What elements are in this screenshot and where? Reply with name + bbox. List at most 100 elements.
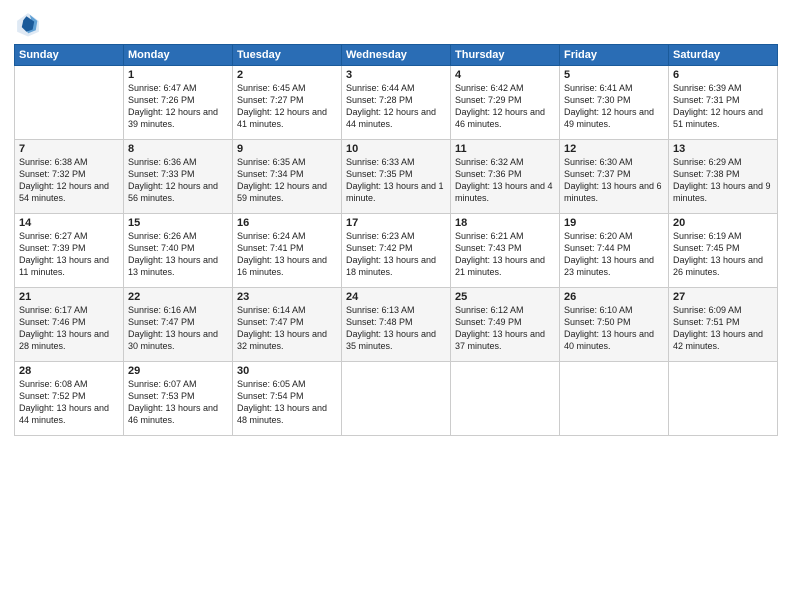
day-number: 21 bbox=[19, 291, 119, 303]
cell-info: Sunrise: 6:44 AMSunset: 7:28 PMDaylight:… bbox=[346, 82, 446, 131]
cell-info: Sunrise: 6:30 AMSunset: 7:37 PMDaylight:… bbox=[564, 156, 664, 205]
cell-info: Sunrise: 6:47 AMSunset: 7:26 PMDaylight:… bbox=[128, 82, 228, 131]
calendar-cell: 11Sunrise: 6:32 AMSunset: 7:36 PMDayligh… bbox=[451, 140, 560, 214]
calendar-cell: 2Sunrise: 6:45 AMSunset: 7:27 PMDaylight… bbox=[233, 66, 342, 140]
cell-info: Sunrise: 6:08 AMSunset: 7:52 PMDaylight:… bbox=[19, 378, 119, 427]
cell-info: Sunrise: 6:42 AMSunset: 7:29 PMDaylight:… bbox=[455, 82, 555, 131]
cell-info: Sunrise: 6:36 AMSunset: 7:33 PMDaylight:… bbox=[128, 156, 228, 205]
column-header-sunday: Sunday bbox=[15, 45, 124, 66]
calendar-cell bbox=[342, 362, 451, 436]
week-row-4: 21Sunrise: 6:17 AMSunset: 7:46 PMDayligh… bbox=[15, 288, 778, 362]
cell-info: Sunrise: 6:26 AMSunset: 7:40 PMDaylight:… bbox=[128, 230, 228, 279]
calendar-cell: 24Sunrise: 6:13 AMSunset: 7:48 PMDayligh… bbox=[342, 288, 451, 362]
cell-info: Sunrise: 6:12 AMSunset: 7:49 PMDaylight:… bbox=[455, 304, 555, 353]
calendar-cell: 15Sunrise: 6:26 AMSunset: 7:40 PMDayligh… bbox=[124, 214, 233, 288]
day-number: 1 bbox=[128, 69, 228, 81]
day-number: 6 bbox=[673, 69, 773, 81]
day-number: 5 bbox=[564, 69, 664, 81]
logo bbox=[14, 10, 46, 38]
week-row-2: 7Sunrise: 6:38 AMSunset: 7:32 PMDaylight… bbox=[15, 140, 778, 214]
cell-info: Sunrise: 6:45 AMSunset: 7:27 PMDaylight:… bbox=[237, 82, 337, 131]
calendar-cell: 6Sunrise: 6:39 AMSunset: 7:31 PMDaylight… bbox=[669, 66, 778, 140]
day-number: 18 bbox=[455, 217, 555, 229]
calendar-cell: 23Sunrise: 6:14 AMSunset: 7:47 PMDayligh… bbox=[233, 288, 342, 362]
day-number: 29 bbox=[128, 365, 228, 377]
calendar-cell: 25Sunrise: 6:12 AMSunset: 7:49 PMDayligh… bbox=[451, 288, 560, 362]
cell-info: Sunrise: 6:38 AMSunset: 7:32 PMDaylight:… bbox=[19, 156, 119, 205]
cell-info: Sunrise: 6:32 AMSunset: 7:36 PMDaylight:… bbox=[455, 156, 555, 205]
calendar-cell: 20Sunrise: 6:19 AMSunset: 7:45 PMDayligh… bbox=[669, 214, 778, 288]
day-number: 22 bbox=[128, 291, 228, 303]
day-number: 10 bbox=[346, 143, 446, 155]
day-number: 13 bbox=[673, 143, 773, 155]
day-number: 17 bbox=[346, 217, 446, 229]
cell-info: Sunrise: 6:29 AMSunset: 7:38 PMDaylight:… bbox=[673, 156, 773, 205]
day-number: 19 bbox=[564, 217, 664, 229]
day-number: 11 bbox=[455, 143, 555, 155]
day-number: 14 bbox=[19, 217, 119, 229]
column-header-thursday: Thursday bbox=[451, 45, 560, 66]
cell-info: Sunrise: 6:20 AMSunset: 7:44 PMDaylight:… bbox=[564, 230, 664, 279]
calendar-cell: 3Sunrise: 6:44 AMSunset: 7:28 PMDaylight… bbox=[342, 66, 451, 140]
day-number: 3 bbox=[346, 69, 446, 81]
calendar-cell: 4Sunrise: 6:42 AMSunset: 7:29 PMDaylight… bbox=[451, 66, 560, 140]
logo-icon bbox=[14, 10, 42, 38]
day-number: 23 bbox=[237, 291, 337, 303]
calendar-cell: 29Sunrise: 6:07 AMSunset: 7:53 PMDayligh… bbox=[124, 362, 233, 436]
cell-info: Sunrise: 6:16 AMSunset: 7:47 PMDaylight:… bbox=[128, 304, 228, 353]
calendar-cell: 13Sunrise: 6:29 AMSunset: 7:38 PMDayligh… bbox=[669, 140, 778, 214]
day-number: 9 bbox=[237, 143, 337, 155]
calendar-cell bbox=[15, 66, 124, 140]
day-number: 15 bbox=[128, 217, 228, 229]
column-header-monday: Monday bbox=[124, 45, 233, 66]
cell-info: Sunrise: 6:23 AMSunset: 7:42 PMDaylight:… bbox=[346, 230, 446, 279]
cell-info: Sunrise: 6:41 AMSunset: 7:30 PMDaylight:… bbox=[564, 82, 664, 131]
calendar-cell: 5Sunrise: 6:41 AMSunset: 7:30 PMDaylight… bbox=[560, 66, 669, 140]
cell-info: Sunrise: 6:14 AMSunset: 7:47 PMDaylight:… bbox=[237, 304, 337, 353]
calendar-header-row: SundayMondayTuesdayWednesdayThursdayFrid… bbox=[15, 45, 778, 66]
cell-info: Sunrise: 6:35 AMSunset: 7:34 PMDaylight:… bbox=[237, 156, 337, 205]
cell-info: Sunrise: 6:09 AMSunset: 7:51 PMDaylight:… bbox=[673, 304, 773, 353]
calendar-cell: 17Sunrise: 6:23 AMSunset: 7:42 PMDayligh… bbox=[342, 214, 451, 288]
day-number: 12 bbox=[564, 143, 664, 155]
day-number: 4 bbox=[455, 69, 555, 81]
cell-info: Sunrise: 6:07 AMSunset: 7:53 PMDaylight:… bbox=[128, 378, 228, 427]
column-header-wednesday: Wednesday bbox=[342, 45, 451, 66]
calendar-table: SundayMondayTuesdayWednesdayThursdayFrid… bbox=[14, 44, 778, 436]
page: SundayMondayTuesdayWednesdayThursdayFrid… bbox=[0, 0, 792, 612]
calendar-cell bbox=[669, 362, 778, 436]
day-number: 27 bbox=[673, 291, 773, 303]
day-number: 25 bbox=[455, 291, 555, 303]
cell-info: Sunrise: 6:19 AMSunset: 7:45 PMDaylight:… bbox=[673, 230, 773, 279]
cell-info: Sunrise: 6:39 AMSunset: 7:31 PMDaylight:… bbox=[673, 82, 773, 131]
week-row-1: 1Sunrise: 6:47 AMSunset: 7:26 PMDaylight… bbox=[15, 66, 778, 140]
calendar-cell: 22Sunrise: 6:16 AMSunset: 7:47 PMDayligh… bbox=[124, 288, 233, 362]
week-row-5: 28Sunrise: 6:08 AMSunset: 7:52 PMDayligh… bbox=[15, 362, 778, 436]
cell-info: Sunrise: 6:17 AMSunset: 7:46 PMDaylight:… bbox=[19, 304, 119, 353]
cell-info: Sunrise: 6:27 AMSunset: 7:39 PMDaylight:… bbox=[19, 230, 119, 279]
calendar-cell: 27Sunrise: 6:09 AMSunset: 7:51 PMDayligh… bbox=[669, 288, 778, 362]
cell-info: Sunrise: 6:13 AMSunset: 7:48 PMDaylight:… bbox=[346, 304, 446, 353]
cell-info: Sunrise: 6:24 AMSunset: 7:41 PMDaylight:… bbox=[237, 230, 337, 279]
calendar-cell: 10Sunrise: 6:33 AMSunset: 7:35 PMDayligh… bbox=[342, 140, 451, 214]
day-number: 20 bbox=[673, 217, 773, 229]
day-number: 30 bbox=[237, 365, 337, 377]
day-number: 26 bbox=[564, 291, 664, 303]
day-number: 24 bbox=[346, 291, 446, 303]
header bbox=[14, 10, 778, 38]
day-number: 7 bbox=[19, 143, 119, 155]
calendar-cell: 7Sunrise: 6:38 AMSunset: 7:32 PMDaylight… bbox=[15, 140, 124, 214]
calendar-cell: 16Sunrise: 6:24 AMSunset: 7:41 PMDayligh… bbox=[233, 214, 342, 288]
calendar-cell: 26Sunrise: 6:10 AMSunset: 7:50 PMDayligh… bbox=[560, 288, 669, 362]
column-header-friday: Friday bbox=[560, 45, 669, 66]
column-header-tuesday: Tuesday bbox=[233, 45, 342, 66]
day-number: 16 bbox=[237, 217, 337, 229]
cell-info: Sunrise: 6:21 AMSunset: 7:43 PMDaylight:… bbox=[455, 230, 555, 279]
calendar-cell: 18Sunrise: 6:21 AMSunset: 7:43 PMDayligh… bbox=[451, 214, 560, 288]
cell-info: Sunrise: 6:33 AMSunset: 7:35 PMDaylight:… bbox=[346, 156, 446, 205]
cell-info: Sunrise: 6:05 AMSunset: 7:54 PMDaylight:… bbox=[237, 378, 337, 427]
cell-info: Sunrise: 6:10 AMSunset: 7:50 PMDaylight:… bbox=[564, 304, 664, 353]
calendar-cell: 28Sunrise: 6:08 AMSunset: 7:52 PMDayligh… bbox=[15, 362, 124, 436]
week-row-3: 14Sunrise: 6:27 AMSunset: 7:39 PMDayligh… bbox=[15, 214, 778, 288]
column-header-saturday: Saturday bbox=[669, 45, 778, 66]
